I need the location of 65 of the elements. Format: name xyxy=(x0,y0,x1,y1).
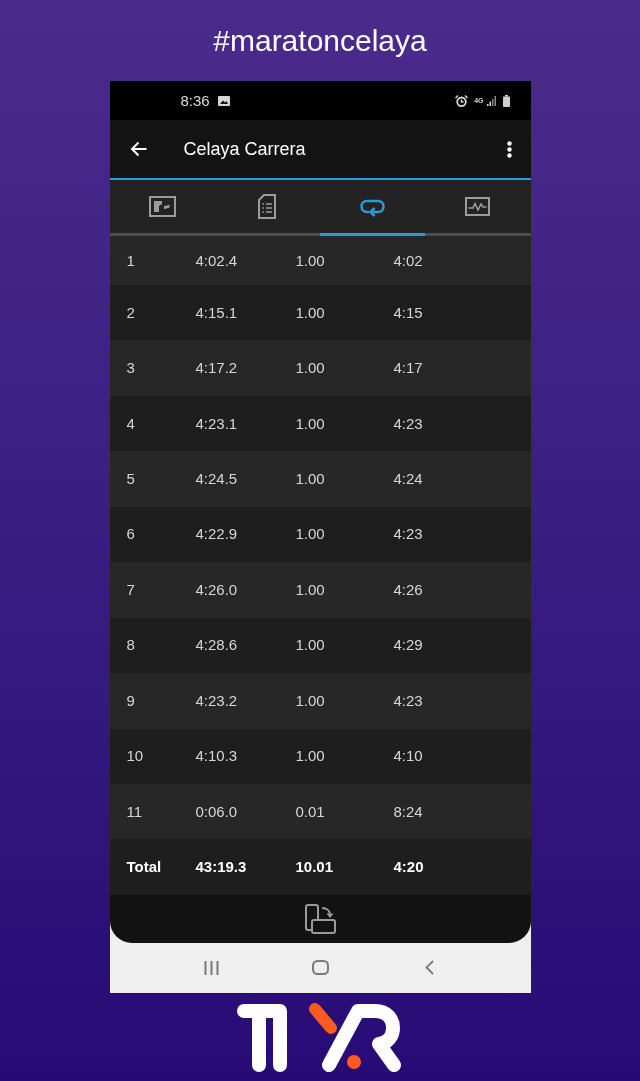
table-cell: 4:28.6 xyxy=(195,636,238,654)
alarm-clock-icon xyxy=(455,94,469,107)
table-cell: 4:23 xyxy=(393,525,423,543)
signal-icon xyxy=(486,95,496,106)
table-cell: 4:17 xyxy=(393,359,423,377)
status-time: 8:36 xyxy=(180,93,210,108)
recent-apps-icon[interactable] xyxy=(203,960,219,975)
back-icon[interactable] xyxy=(424,960,434,976)
table-cell: 2 xyxy=(126,303,135,321)
logo-icon xyxy=(236,1001,404,1073)
table-cell: 4:23.2 xyxy=(195,691,238,709)
document-icon xyxy=(258,194,277,219)
table-cell: 1.00 xyxy=(295,251,325,269)
table-cell: 10 xyxy=(126,747,144,765)
map-icon xyxy=(148,196,176,217)
table-cell: 10.01 xyxy=(295,858,334,876)
table-cell: 4:23 xyxy=(393,691,423,709)
table-cell: 7 xyxy=(126,580,135,598)
table-cell: 4:17.2 xyxy=(195,359,238,377)
table-cell: 8 xyxy=(126,636,135,654)
table-cell: 1.00 xyxy=(295,303,325,321)
table-cell: 9 xyxy=(126,691,135,709)
table-cell: 4:15.1 xyxy=(195,303,238,321)
image-icon xyxy=(217,95,230,106)
battery-icon xyxy=(502,94,510,107)
table-cell: 4:24 xyxy=(393,470,423,488)
table-cell: 1.00 xyxy=(295,580,325,598)
table-cell: 4:02.4 xyxy=(195,251,238,269)
table-cell: 4:02 xyxy=(393,251,423,269)
table-cell: 1.00 xyxy=(295,525,325,543)
table-cell: 43:19.3 xyxy=(195,858,247,876)
rotate-screen-icon[interactable] xyxy=(304,903,336,934)
more-options-icon[interactable] xyxy=(506,140,512,158)
table-cell: 4:29 xyxy=(393,636,423,654)
table-cell: 0.01 xyxy=(295,802,325,820)
table-cell: 4:26 xyxy=(393,580,423,598)
table-cell: 5 xyxy=(126,470,135,488)
back-arrow-icon[interactable] xyxy=(129,141,147,157)
table-cell: 4:15 xyxy=(393,303,423,321)
table-cell: 1.00 xyxy=(295,747,325,765)
table-cell: 4:23.1 xyxy=(195,414,238,432)
table-cell: 4:22.9 xyxy=(195,525,238,543)
table-cell: 1.00 xyxy=(295,691,325,709)
table-cell: 0:06.0 xyxy=(195,802,238,820)
table-cell: 1.00 xyxy=(295,470,325,488)
table-cell: 4:23 xyxy=(393,414,423,432)
table-cell: 4:20 xyxy=(393,858,424,876)
line-chart-icon xyxy=(465,197,491,216)
table-cell: 1 xyxy=(126,251,135,269)
table-cell: 11 xyxy=(126,802,143,820)
table-cell: Total xyxy=(126,858,162,876)
home-icon[interactable] xyxy=(311,960,329,976)
table-cell: 4:10.3 xyxy=(195,747,238,765)
table-cell: 4:26.0 xyxy=(195,580,238,598)
table-cell: 1.00 xyxy=(295,414,325,432)
table-cell: 4:24.5 xyxy=(195,470,238,488)
table-cell: 4:10 xyxy=(393,747,423,765)
table-cell: 3 xyxy=(126,359,135,377)
table-cell: 4 xyxy=(126,414,135,432)
screen-title: Celaya Carrera xyxy=(183,140,306,158)
caption-text: #maratoncelaya xyxy=(213,25,427,56)
table-cell: 6 xyxy=(126,525,135,543)
table-cell: 1.00 xyxy=(295,359,325,377)
table-cell: 8:24 xyxy=(393,802,423,820)
table-cell: 1.00 xyxy=(295,636,325,654)
